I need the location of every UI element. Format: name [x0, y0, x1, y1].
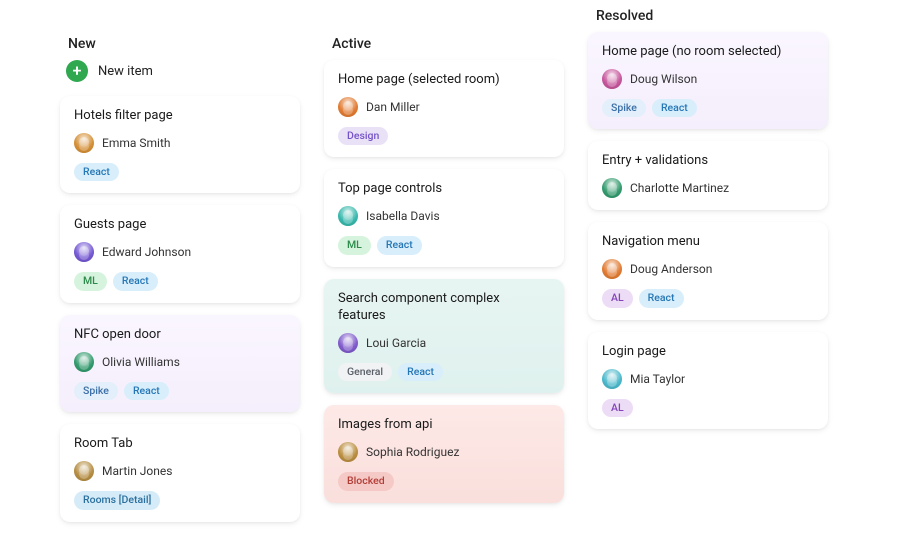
card-title: Guests page — [74, 217, 286, 234]
card-search-component[interactable]: Search component complex features Loui G… — [324, 279, 564, 393]
avatar-icon — [74, 133, 94, 153]
avatar-icon — [338, 206, 358, 226]
tag-list: AL React — [602, 289, 814, 308]
column-title-new: New — [68, 36, 300, 52]
card-title: Hotels filter page — [74, 108, 286, 125]
tag-ml[interactable]: ML — [74, 272, 107, 291]
assignee-name: Emma Smith — [102, 136, 170, 150]
card-login-page[interactable]: Login page Mia Taylor AL — [588, 332, 828, 429]
card-room-tab[interactable]: Room Tab Martin Jones Rooms [Detail] — [60, 424, 300, 521]
card-navigation-menu[interactable]: Navigation menu Doug Anderson AL React — [588, 222, 828, 319]
card-title: Top page controls — [338, 181, 550, 198]
tag-list: Rooms [Detail] — [74, 491, 286, 510]
tag-design[interactable]: Design — [338, 127, 388, 146]
column-title-active: Active — [332, 36, 564, 52]
avatar-icon — [74, 242, 94, 262]
column-resolved: Resolved Home page (no room selected) Do… — [588, 0, 828, 441]
tag-al[interactable]: AL — [602, 289, 633, 308]
tag-spike[interactable]: Spike — [74, 382, 118, 401]
assignee-row: Edward Johnson — [74, 242, 286, 262]
assignee-name: Mia Taylor — [630, 372, 685, 386]
card-home-page-selected[interactable]: Home page (selected room) Dan Miller Des… — [324, 60, 564, 157]
card-title: Home page (no room selected) — [602, 44, 814, 61]
assignee-row: Mia Taylor — [602, 369, 814, 389]
tag-react[interactable]: React — [398, 363, 443, 382]
card-title: Entry + validations — [602, 153, 814, 170]
card-nfc-open-door[interactable]: NFC open door Olivia Williams Spike Reac… — [60, 315, 300, 412]
tag-react[interactable]: React — [377, 236, 422, 255]
avatar-icon — [74, 461, 94, 481]
tag-blocked[interactable]: Blocked — [338, 472, 394, 491]
assignee-row: Doug Wilson — [602, 69, 814, 89]
tag-list: AL — [602, 399, 814, 418]
column-new: New + New item Hotels filter page Emma S… — [60, 12, 300, 534]
tag-list: Blocked — [338, 472, 550, 491]
avatar-icon — [602, 178, 622, 198]
assignee-name: Loui Garcia — [366, 336, 426, 350]
assignee-row: Martin Jones — [74, 461, 286, 481]
card-title: NFC open door — [74, 327, 286, 344]
assignee-row: Sophia Rodriguez — [338, 442, 550, 462]
tag-react[interactable]: React — [74, 163, 119, 182]
assignee-row: Dan Miller — [338, 97, 550, 117]
avatar-icon — [338, 333, 358, 353]
tag-list: ML React — [338, 236, 550, 255]
card-title: Room Tab — [74, 436, 286, 453]
tag-react[interactable]: React — [113, 272, 158, 291]
assignee-row: Emma Smith — [74, 133, 286, 153]
card-title: Home page (selected room) — [338, 72, 550, 89]
card-guests-page[interactable]: Guests page Edward Johnson ML React — [60, 205, 300, 302]
assignee-name: Doug Wilson — [630, 72, 697, 86]
column-active: Active Home page (selected room) Dan Mil… — [324, 12, 564, 515]
assignee-name: Isabella Davis — [366, 209, 440, 223]
avatar-icon — [602, 259, 622, 279]
tag-react[interactable]: React — [652, 99, 697, 118]
card-entry-validations[interactable]: Entry + validations Charlotte Martinez — [588, 141, 828, 210]
tag-list: ML React — [74, 272, 286, 291]
tag-list: React — [74, 163, 286, 182]
card-images-from-api[interactable]: Images from api Sophia Rodriguez Blocked — [324, 405, 564, 502]
card-home-page-no-room[interactable]: Home page (no room selected) Doug Wilson… — [588, 32, 828, 129]
tag-general[interactable]: General — [338, 363, 392, 382]
tag-list: General React — [338, 363, 550, 382]
assignee-name: Sophia Rodriguez — [366, 445, 459, 459]
assignee-name: Martin Jones — [102, 464, 172, 478]
plus-icon: + — [66, 60, 88, 82]
tag-react[interactable]: React — [639, 289, 684, 308]
column-title-resolved: Resolved — [596, 8, 828, 24]
kanban-board: New + New item Hotels filter page Emma S… — [0, 0, 905, 534]
tag-ml[interactable]: ML — [338, 236, 371, 255]
assignee-name: Doug Anderson — [630, 262, 712, 276]
tag-spike[interactable]: Spike — [602, 99, 646, 118]
assignee-name: Olivia Williams — [102, 355, 180, 369]
assignee-row: Loui Garcia — [338, 333, 550, 353]
tag-rooms-detail[interactable]: Rooms [Detail] — [74, 491, 160, 510]
tag-react[interactable]: React — [124, 382, 169, 401]
avatar-icon — [338, 97, 358, 117]
card-title: Search component complex features — [338, 291, 550, 325]
assignee-name: Edward Johnson — [102, 245, 191, 259]
tag-list: Spike React — [74, 382, 286, 401]
avatar-icon — [602, 69, 622, 89]
tag-al[interactable]: AL — [602, 399, 633, 418]
card-hotels-filter-page[interactable]: Hotels filter page Emma Smith React — [60, 96, 300, 193]
assignee-name: Charlotte Martinez — [630, 181, 729, 195]
assignee-row: Olivia Williams — [74, 352, 286, 372]
assignee-row: Isabella Davis — [338, 206, 550, 226]
tag-list: Design — [338, 127, 550, 146]
avatar-icon — [602, 369, 622, 389]
card-top-page-controls[interactable]: Top page controls Isabella Davis ML Reac… — [324, 169, 564, 266]
new-item-label: New item — [98, 64, 153, 79]
card-title: Navigation menu — [602, 234, 814, 251]
avatar-icon — [74, 352, 94, 372]
card-title: Images from api — [338, 417, 550, 434]
card-title: Login page — [602, 344, 814, 361]
assignee-row: Charlotte Martinez — [602, 178, 814, 198]
new-item-button[interactable]: + New item — [66, 60, 300, 82]
assignee-name: Dan Miller — [366, 100, 420, 114]
tag-list: Spike React — [602, 99, 814, 118]
assignee-row: Doug Anderson — [602, 259, 814, 279]
avatar-icon — [338, 442, 358, 462]
